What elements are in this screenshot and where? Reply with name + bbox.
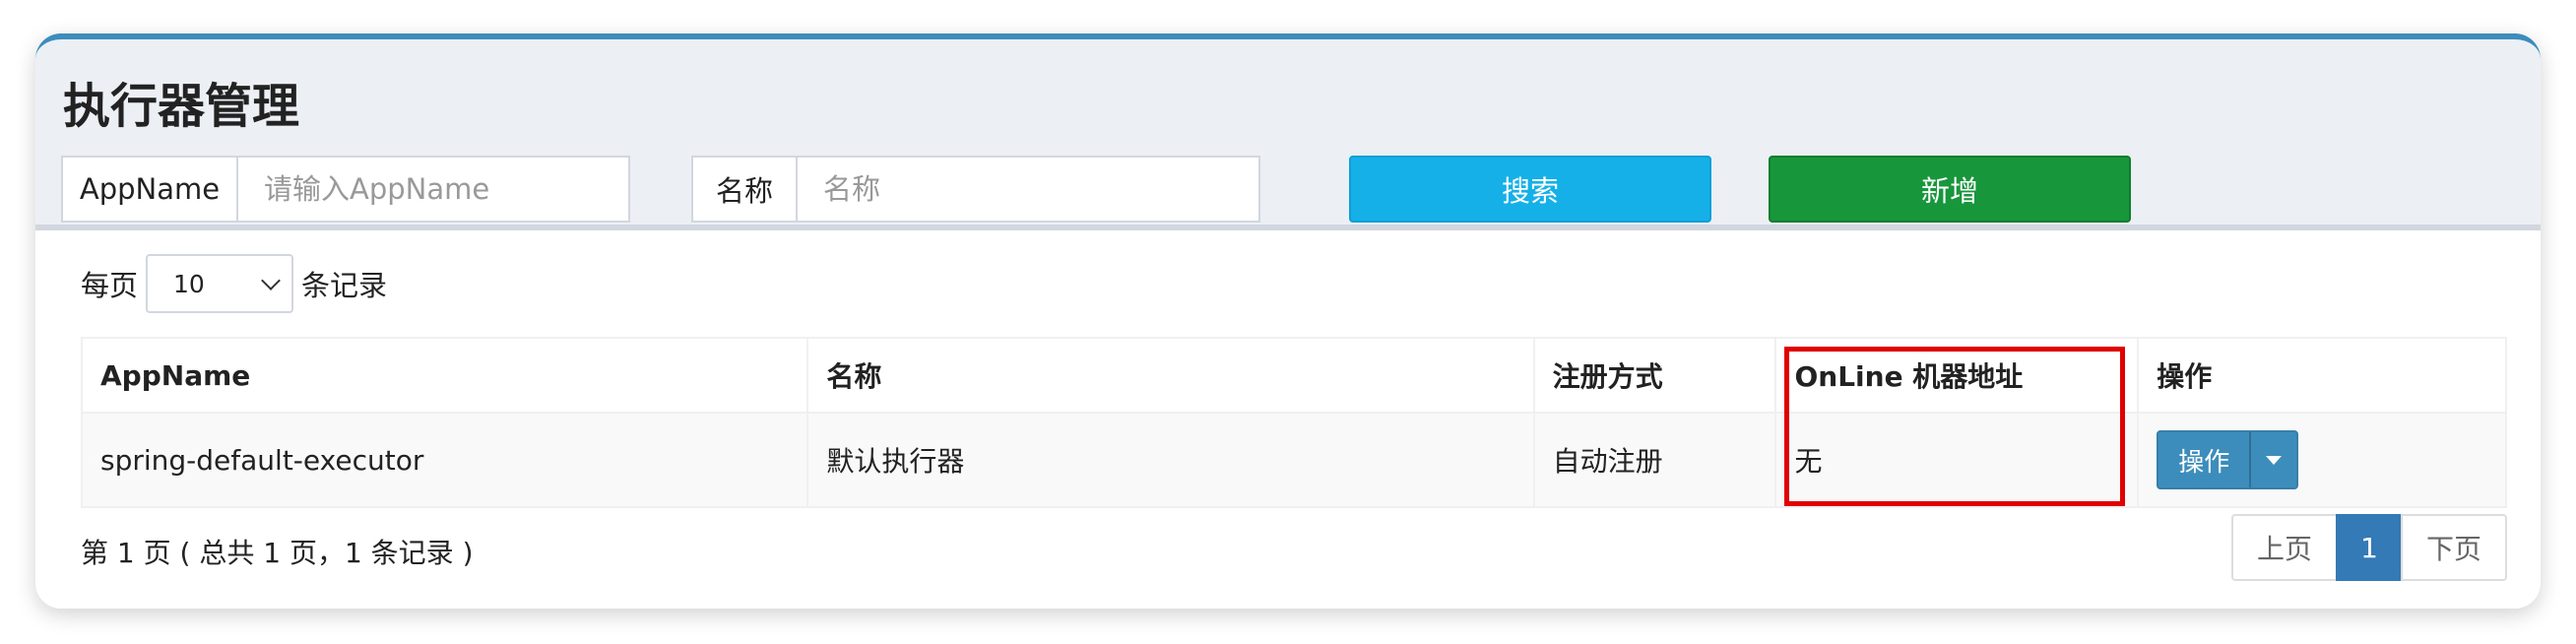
prev-page-button[interactable]: 上页 (2231, 514, 2338, 581)
name-input[interactable] (798, 158, 1258, 221)
pagination: 上页 1 下页 (2231, 514, 2507, 581)
results-panel: 每页 10 条记录 AppName 名称 注册方式 OnLine 机器地址 操作… (35, 225, 2541, 609)
appname-input-group: AppName (61, 156, 630, 223)
action-dropdown-toggle[interactable] (2249, 432, 2296, 487)
header-name[interactable]: 名称 (806, 337, 1535, 414)
caret-down-icon (2266, 455, 2283, 465)
executor-table: AppName 名称 注册方式 OnLine 机器地址 操作 spring-de… (80, 337, 2507, 508)
cell-appname: spring-default-executor (80, 412, 809, 508)
page-length-value: 10 (173, 269, 205, 298)
header-online-address[interactable]: OnLine 机器地址 (1774, 337, 2140, 414)
table-header-row: AppName 名称 注册方式 OnLine 机器地址 操作 (80, 337, 2507, 414)
current-page-button[interactable]: 1 (2336, 514, 2403, 581)
table-row: spring-default-executor 默认执行器 自动注册 无 操作 (80, 412, 2507, 508)
header-reg-type[interactable]: 注册方式 (1532, 337, 1777, 414)
action-dropdown-button[interactable]: 操作 (2157, 430, 2299, 489)
length-suffix: 条记录 (301, 269, 388, 302)
next-page-button[interactable]: 下页 (2401, 514, 2507, 581)
executor-management-card: 执行器管理 AppName 名称 搜索 新增 每页 10 条记录 AppName (35, 33, 2541, 609)
add-button[interactable]: 新增 (1769, 156, 2131, 223)
search-button[interactable]: 搜索 (1349, 156, 1711, 223)
header-action: 操作 (2137, 337, 2507, 414)
chevron-down-icon (261, 271, 281, 290)
cell-name: 默认执行器 (806, 412, 1535, 508)
page-title: 执行器管理 (63, 79, 300, 134)
page-length-control: 每页 10 条记录 (81, 254, 387, 313)
appname-input[interactable] (238, 158, 628, 221)
cell-reg-type: 自动注册 (1532, 412, 1777, 508)
name-label: 名称 (693, 158, 798, 221)
cell-action: 操作 (2137, 412, 2507, 508)
name-input-group: 名称 (691, 156, 1260, 223)
length-prefix: 每页 (81, 269, 139, 302)
cell-online-address: 无 (1774, 412, 2140, 508)
appname-label: AppName (63, 158, 238, 221)
header-appname[interactable]: AppName (80, 337, 809, 414)
pagination-info: 第 1 页 ( 总共 1 页，1 条记录 ) (81, 537, 474, 569)
page-length-select[interactable]: 10 (146, 254, 294, 313)
action-button-label[interactable]: 操作 (2158, 432, 2249, 487)
